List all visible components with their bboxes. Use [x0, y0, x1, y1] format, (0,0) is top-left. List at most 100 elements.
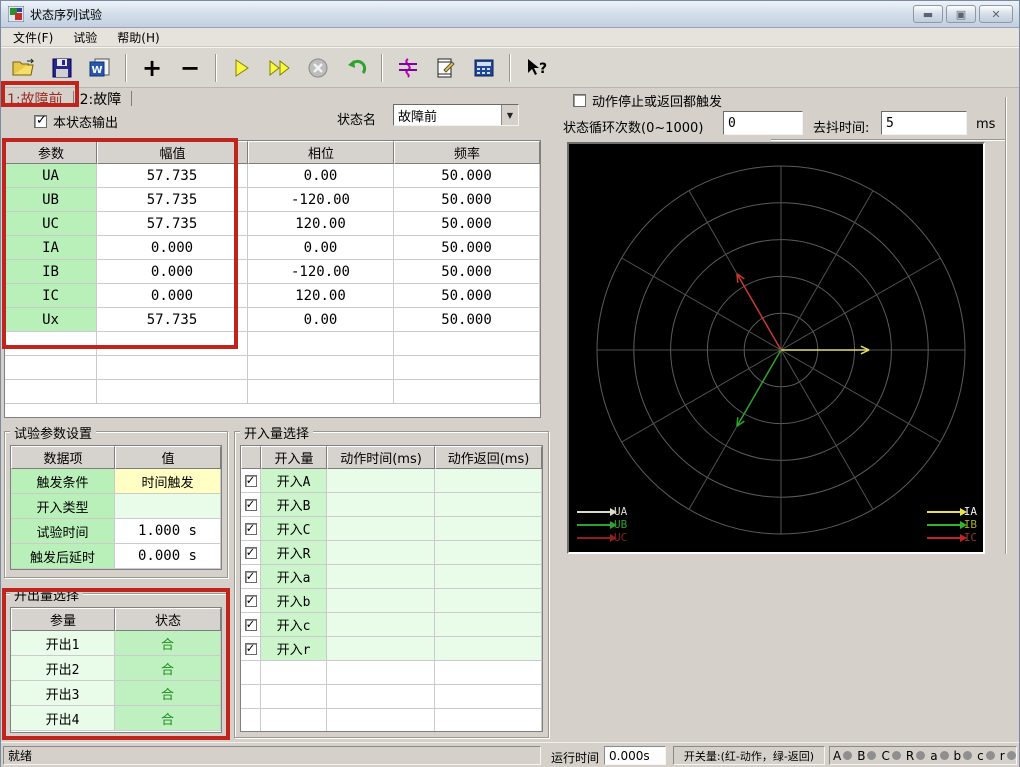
col-header-frequency[interactable]: 频率 — [394, 141, 540, 164]
output-name-cell: 开出3 — [11, 681, 115, 706]
menu-item-test[interactable]: 试验 — [65, 28, 105, 47]
col-header-phase[interactable]: 相位 — [248, 141, 394, 164]
frequency-cell[interactable]: 50.000 — [394, 212, 540, 236]
phase-cell[interactable]: 0.00 — [248, 308, 394, 332]
table-row: UB 57.735 -120.00 50.000 — [5, 188, 540, 212]
output-state-cell[interactable]: 合 — [115, 656, 221, 681]
run-continuous-button[interactable] — [261, 52, 299, 84]
minimize-button[interactable]: ▬ — [913, 5, 943, 23]
value-cell[interactable]: 时间触发 — [115, 469, 221, 494]
amplitude-cell[interactable]: 0.000 — [97, 236, 248, 260]
input-checkbox[interactable] — [244, 545, 257, 560]
phase-cell[interactable]: -120.00 — [248, 188, 394, 212]
input-checkbox[interactable] — [244, 521, 257, 536]
action-return-cell — [435, 517, 542, 541]
state-output-checkbox[interactable] — [34, 113, 47, 128]
play-icon — [235, 58, 249, 77]
col-header-value[interactable]: 值 — [115, 446, 221, 469]
debounce-input[interactable] — [881, 111, 967, 135]
cycle-count-input[interactable] — [723, 111, 803, 135]
col-header-input[interactable]: 开入量 — [261, 446, 327, 469]
table-row-empty — [5, 356, 540, 380]
frequency-cell[interactable]: 50.000 — [394, 164, 540, 188]
input-checkbox[interactable] — [244, 593, 257, 608]
phase-cell[interactable]: 0.00 — [248, 164, 394, 188]
value-cell[interactable] — [115, 494, 221, 519]
input-checkbox[interactable] — [244, 617, 257, 632]
phase-cell[interactable]: 120.00 — [248, 284, 394, 308]
phase-cell[interactable]: 120.00 — [248, 212, 394, 236]
frequency-cell[interactable]: 50.000 — [394, 284, 540, 308]
table-row: IC 0.000 120.00 50.000 — [5, 284, 540, 308]
output-select-group: 开出量选择 参量 状态 开出1 合 开出2 合 开出3 合 开出4 合 — [4, 585, 228, 738]
input-checkbox[interactable] — [244, 569, 257, 584]
frequency-cell[interactable]: 50.000 — [394, 260, 540, 284]
remove-state-button[interactable]: − — [171, 52, 209, 84]
output-state-cell[interactable]: 合 — [115, 706, 221, 731]
input-checkbox[interactable] — [244, 497, 257, 512]
amplitude-cell[interactable]: 57.735 — [97, 188, 248, 212]
col-header-dataitem[interactable]: 数据项 — [11, 446, 115, 469]
output-state-cell[interactable]: 合 — [115, 681, 221, 706]
add-state-button[interactable]: + — [133, 52, 171, 84]
col-header-amplitude[interactable]: 幅值 — [97, 141, 248, 164]
empty-cell — [97, 380, 248, 404]
undo-button[interactable] — [337, 52, 375, 84]
frequency-cell[interactable]: 50.000 — [394, 188, 540, 212]
amplitude-cell[interactable]: 0.000 — [97, 260, 248, 284]
open-button[interactable] — [5, 52, 43, 84]
phasor-view-button[interactable] — [389, 52, 427, 84]
value-cell[interactable]: 1.000 s — [115, 519, 221, 544]
trigger-stop-checkbox[interactable] — [573, 94, 586, 107]
calculator-icon — [474, 59, 494, 76]
table-row: 开入c — [241, 613, 542, 637]
empty-cell — [5, 380, 97, 404]
frequency-cell[interactable]: 50.000 — [394, 308, 540, 332]
toolbar: W + − ? — [1, 47, 1019, 88]
tab-state-1[interactable]: 1:故障前 — [1, 87, 73, 111]
table-row: 开入b — [241, 589, 542, 613]
col-header-outparam[interactable]: 参量 — [11, 608, 115, 631]
col-header-action-time[interactable]: 动作时间(ms) — [327, 446, 435, 469]
phase-cell[interactable]: 0.00 — [248, 236, 394, 260]
help-button[interactable]: ? — [517, 52, 555, 84]
amplitude-cell[interactable]: 57.735 — [97, 164, 248, 188]
save-button[interactable] — [43, 52, 81, 84]
action-return-cell — [435, 589, 542, 613]
title-bar[interactable]: 状态序列试验 ▬ ▣ ✕ — [1, 1, 1019, 28]
tab-state-2[interactable]: 2:故障 — [74, 87, 132, 111]
word-report-icon: W — [89, 58, 110, 76]
value-cell[interactable]: 0.000 s — [115, 544, 221, 569]
col-header-param[interactable]: 参数 — [5, 141, 97, 164]
menu-item-help[interactable]: 帮助(H) — [109, 28, 167, 47]
run-button[interactable] — [223, 52, 261, 84]
export-word-button[interactable]: W — [81, 52, 119, 84]
cycle-count-label: 状态循环次数(0~1000) — [563, 121, 704, 136]
table-row: 开入a — [241, 565, 542, 589]
menu-item-file[interactable]: 文件(F) — [5, 28, 61, 47]
col-header-action-return[interactable]: 动作返回(ms) — [435, 446, 542, 469]
stop-button[interactable] — [299, 52, 337, 84]
input-checkbox[interactable] — [244, 473, 257, 488]
col-header-outstate[interactable]: 状态 — [115, 608, 221, 631]
output-select-table: 参量 状态 开出1 合 开出2 合 开出3 合 开出4 合 — [10, 607, 222, 733]
state-name-select[interactable]: 故障前 ▼ — [393, 104, 519, 126]
empty-cell — [248, 332, 394, 356]
calculator-button[interactable] — [465, 52, 503, 84]
amplitude-cell[interactable]: 57.735 — [97, 308, 248, 332]
frequency-cell[interactable]: 50.000 — [394, 236, 540, 260]
table-row: 开出2 合 — [11, 656, 221, 681]
report-button[interactable] — [427, 52, 465, 84]
close-button[interactable]: ✕ — [979, 5, 1013, 23]
voltage-legend: UA UB UC — [577, 505, 627, 544]
input-checkbox[interactable] — [244, 641, 257, 656]
chevron-down-icon[interactable]: ▼ — [501, 105, 518, 125]
output-state-cell[interactable]: 合 — [115, 631, 221, 656]
toolbar-separator — [509, 53, 511, 82]
amplitude-cell[interactable]: 57.735 — [97, 212, 248, 236]
phase-cell[interactable]: -120.00 — [248, 260, 394, 284]
restore-button[interactable]: ▣ — [946, 5, 976, 23]
param-cell: UB — [5, 188, 97, 212]
indicator-R: R — [906, 749, 930, 763]
amplitude-cell[interactable]: 0.000 — [97, 284, 248, 308]
